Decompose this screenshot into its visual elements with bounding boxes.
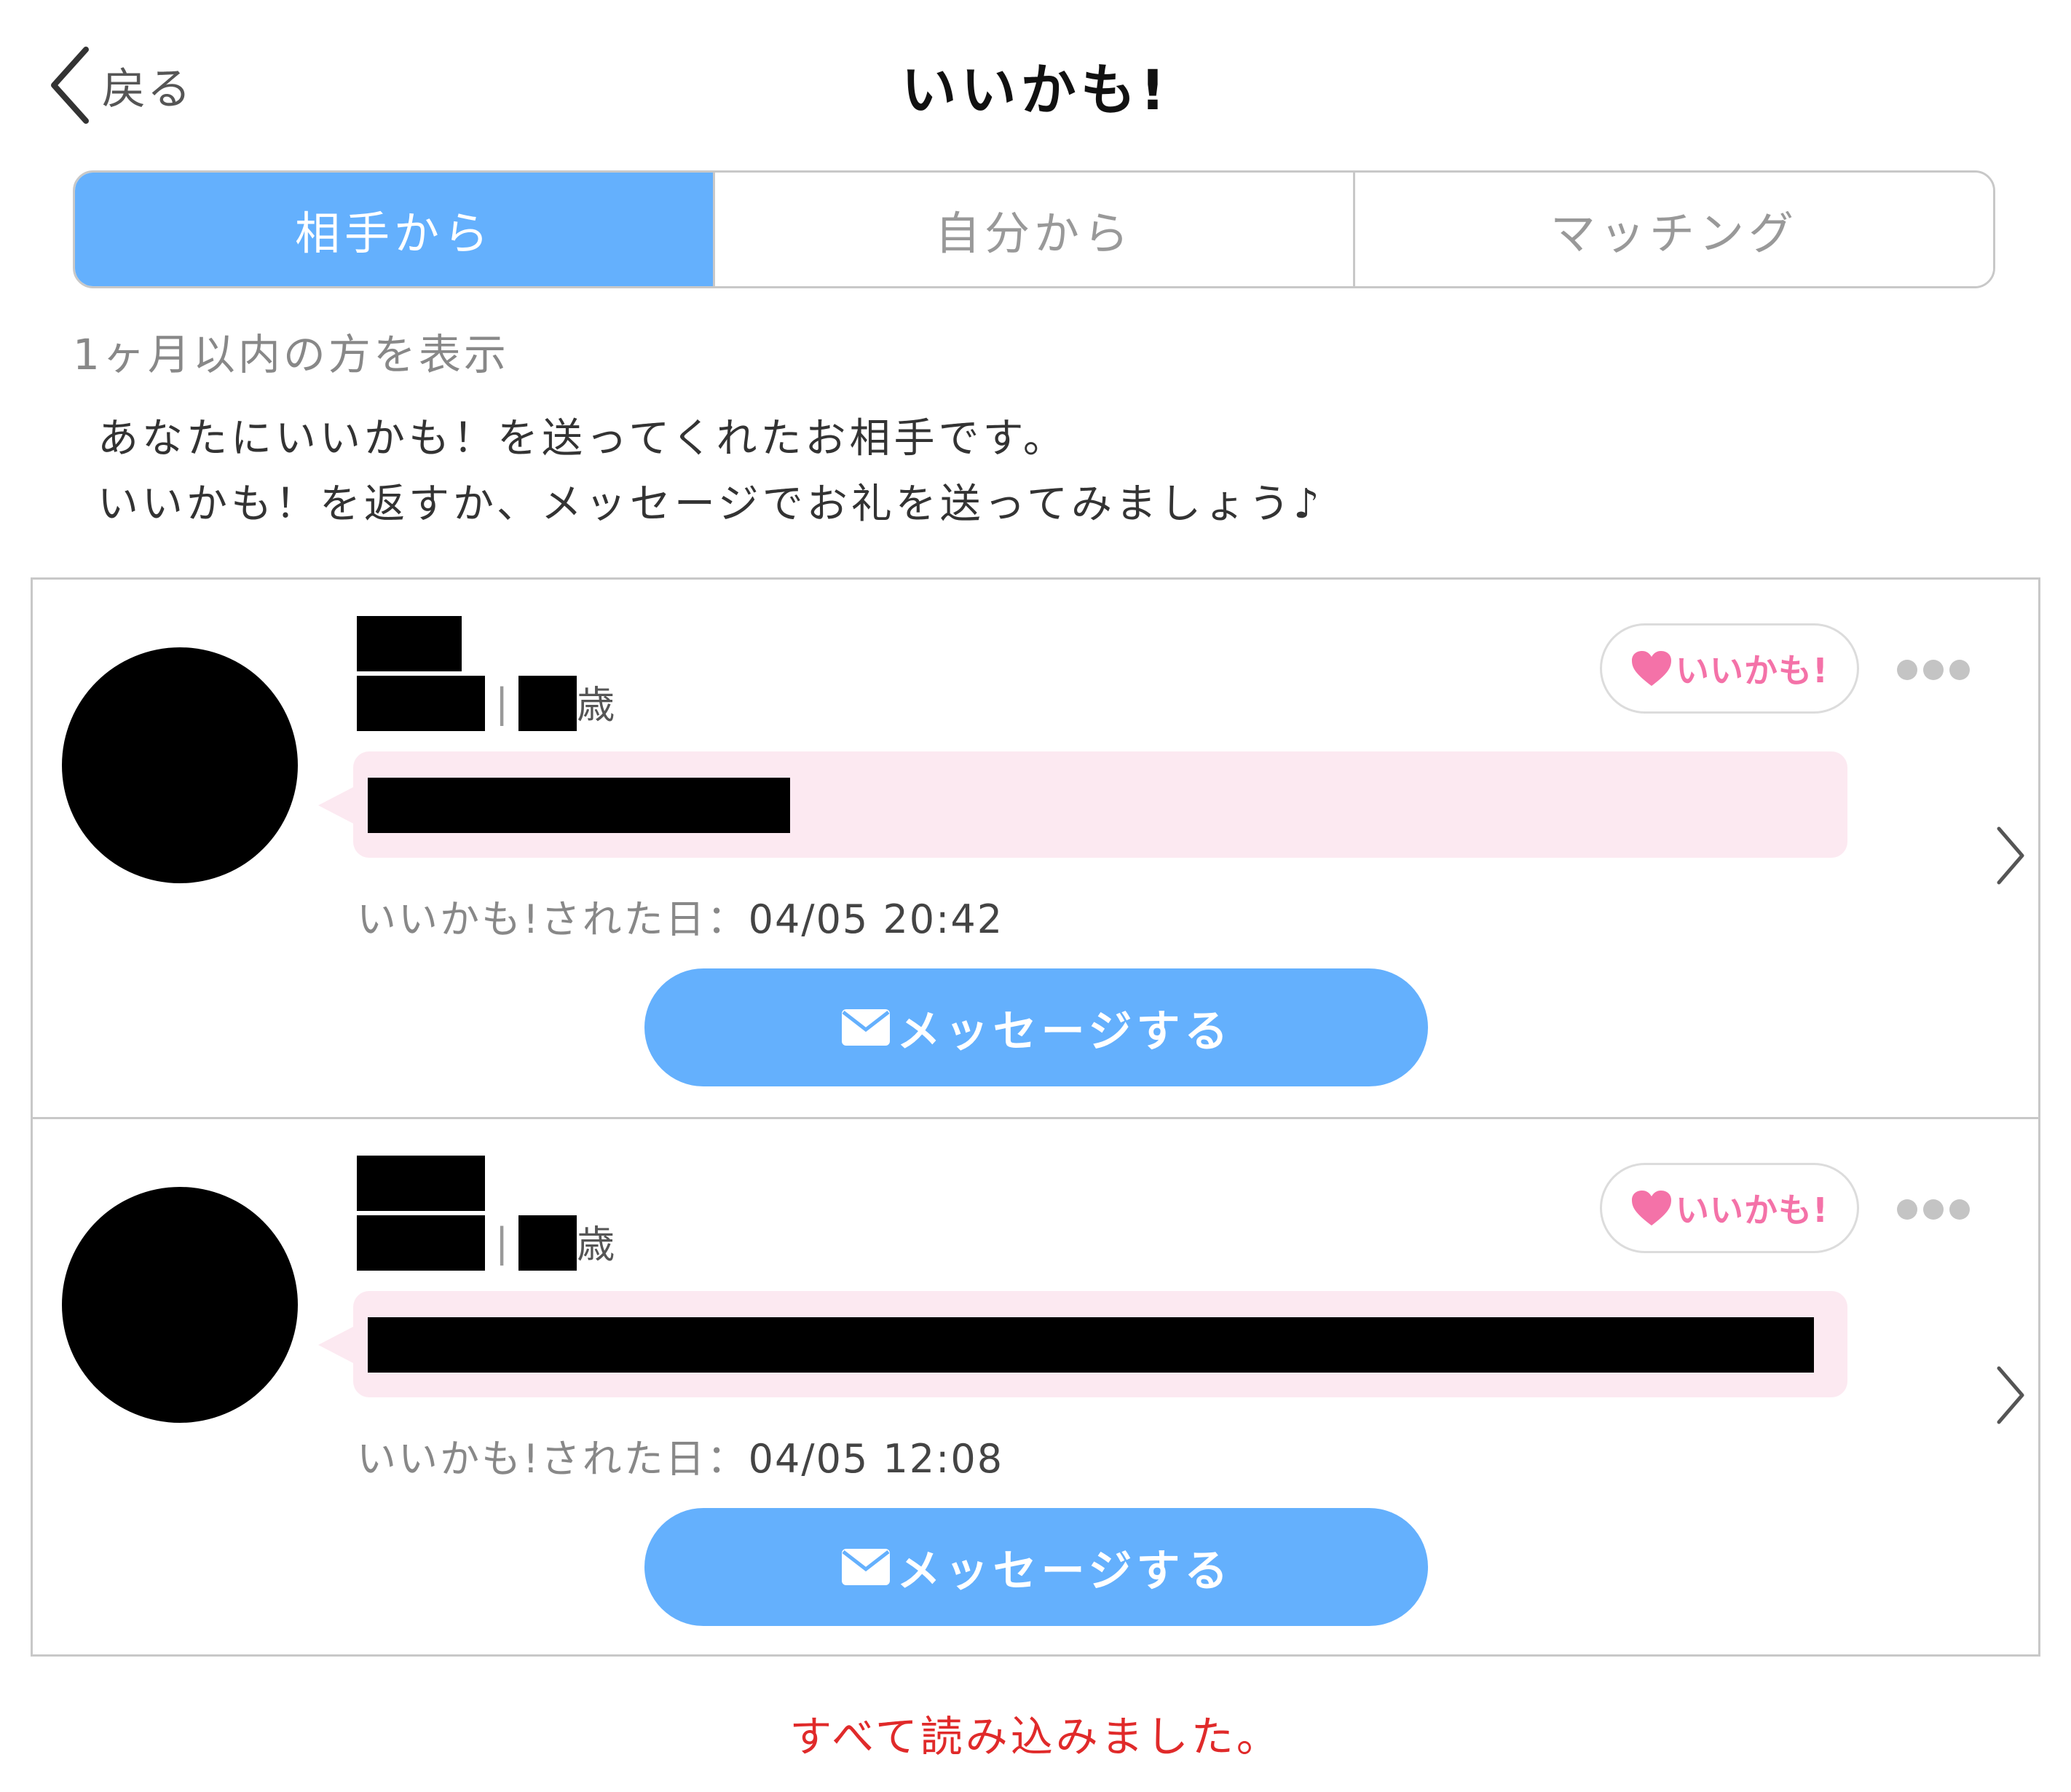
chevron-right-icon[interactable] (1992, 1364, 2028, 1426)
more-dots-icon[interactable] (1897, 1195, 1970, 1224)
tab-bar: 相手から 自分から マッチング (73, 170, 1995, 288)
heart-icon (1632, 651, 1671, 686)
message-button-label: メッセージする (896, 1006, 1233, 1057)
like-date-value: 04/05 12:08 (748, 1436, 1004, 1482)
age-redacted (518, 1215, 577, 1271)
mail-icon (841, 1549, 890, 1585)
message-button-label: メッセージする (896, 1545, 1233, 1597)
like-back-badge[interactable]: いいかも! (1600, 623, 1859, 714)
location-redacted (357, 676, 485, 731)
chevron-right-icon[interactable] (1992, 824, 2028, 887)
header: 戻る いいかも! (0, 0, 2071, 160)
age-unit: 歳 (577, 684, 615, 727)
meta-separator: | (495, 680, 509, 726)
tab-from-partner[interactable]: 相手から (75, 173, 713, 286)
profile-meta: | 歳 (357, 1215, 615, 1271)
meta-separator: | (495, 1220, 509, 1266)
like-badge-label: いいかも! (1676, 1191, 1829, 1230)
message-button[interactable]: メッセージする (644, 1508, 1428, 1626)
tab-matching[interactable]: マッチング (1353, 173, 1993, 286)
age-unit: 歳 (577, 1223, 615, 1267)
message-button[interactable]: メッセージする (644, 968, 1428, 1086)
heart-icon (1632, 1191, 1671, 1225)
like-date-label: いいかも!された日： (357, 1436, 749, 1482)
avatar[interactable] (62, 647, 298, 883)
like-date: いいかも!された日：04/05 12:08 (357, 1426, 1003, 1484)
age-redacted (518, 676, 577, 731)
like-date-value: 04/05 20:42 (748, 896, 1004, 942)
location-redacted (357, 1215, 485, 1271)
message-bubble (318, 751, 1847, 858)
intro-line-2: いいかも！を返すか、メッセージでお礼を送ってみましょう♪ (98, 481, 1323, 528)
load-complete-status: すべて読み込みました。 (789, 1712, 1282, 1761)
name-redacted (357, 1156, 485, 1211)
intro-text: あなたにいいかも！を送ってくれたお相手です。 いいかも！を返すか、メッセージでお… (98, 406, 1323, 537)
like-card[interactable]: | 歳 いいかも!された日：04/05 20:42 いいかも! メッセージする (33, 580, 2038, 1117)
filter-label: 1ヶ月以内の方を表示 (73, 330, 509, 379)
like-card[interactable]: | 歳 いいかも!された日：04/05 12:08 いいかも! メッセージする (33, 1117, 2038, 1654)
name-redacted (357, 616, 462, 671)
avatar[interactable] (62, 1187, 298, 1423)
like-date: いいかも!された日：04/05 20:42 (357, 887, 1003, 944)
message-redacted (368, 1317, 1814, 1373)
page-title: いいかも! (901, 58, 1170, 122)
profile-meta: | 歳 (357, 676, 615, 731)
more-dots-icon[interactable] (1897, 655, 1970, 684)
like-list: | 歳 いいかも!された日：04/05 20:42 いいかも! メッセージする (31, 577, 2040, 1657)
like-date-label: いいかも!された日： (357, 896, 749, 942)
mail-icon (841, 1009, 890, 1046)
message-bubble (318, 1291, 1847, 1397)
tab-from-me[interactable]: 自分から (713, 173, 1353, 286)
intro-line-1: あなたにいいかも！を送ってくれたお相手です。 (98, 415, 1068, 462)
like-badge-label: いいかも! (1676, 651, 1829, 690)
message-redacted (368, 778, 790, 833)
like-back-badge[interactable]: いいかも! (1600, 1163, 1859, 1253)
